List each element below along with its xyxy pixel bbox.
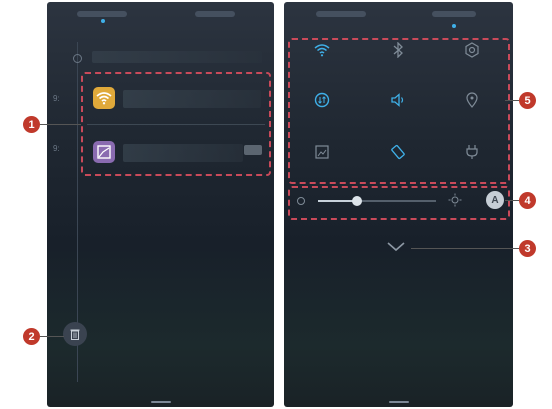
tab-shortcuts[interactable] bbox=[195, 11, 235, 17]
callout-5: 5 bbox=[519, 92, 536, 109]
callout-3: 3 bbox=[519, 240, 536, 257]
toggle-mobile-data[interactable] bbox=[310, 88, 334, 112]
brightness-low-icon bbox=[297, 197, 305, 205]
image-icon bbox=[97, 145, 111, 159]
callout-4: 4 bbox=[519, 192, 536, 209]
notification-content bbox=[123, 90, 261, 108]
mobile-data-icon bbox=[314, 92, 330, 108]
gallery-app-icon bbox=[93, 141, 115, 163]
wifi-icon bbox=[96, 92, 112, 105]
callout-leader bbox=[505, 100, 519, 101]
wifi-icon bbox=[314, 44, 330, 57]
timeline-node bbox=[73, 54, 82, 63]
toggle-power-saving[interactable] bbox=[460, 140, 484, 164]
toggle-wifi[interactable] bbox=[310, 38, 334, 62]
screenshot-icon bbox=[315, 145, 329, 159]
rotate-icon bbox=[391, 144, 405, 160]
callout-leader bbox=[40, 336, 64, 337]
tab-notifications[interactable] bbox=[77, 11, 127, 17]
callout-leader bbox=[411, 248, 519, 249]
callout-leader bbox=[40, 124, 81, 125]
home-indicator bbox=[150, 401, 171, 403]
toggle-location[interactable] bbox=[460, 88, 484, 112]
divider bbox=[87, 124, 265, 125]
timestamp: 9: bbox=[53, 94, 60, 103]
notification-panel-screen: 9: 9: bbox=[47, 2, 274, 407]
brightness-slider-thumb[interactable] bbox=[351, 196, 362, 206]
active-tab-indicator bbox=[101, 19, 105, 23]
panel-tab-bar bbox=[47, 2, 274, 30]
gear-icon bbox=[465, 42, 479, 58]
shortcuts-panel-screen: A bbox=[284, 2, 513, 407]
timestamp: 9: bbox=[53, 144, 60, 153]
notification-action-button[interactable] bbox=[244, 145, 262, 155]
plug-icon bbox=[466, 145, 478, 159]
brightness-slider[interactable] bbox=[318, 196, 436, 206]
trash-icon bbox=[70, 329, 80, 340]
toggle-auto-rotate[interactable] bbox=[386, 140, 410, 164]
toggle-settings[interactable] bbox=[460, 38, 484, 62]
bluetooth-icon bbox=[393, 42, 403, 58]
location-pin-icon bbox=[466, 92, 478, 108]
active-tab-indicator bbox=[452, 24, 456, 28]
brightness-control: A bbox=[288, 186, 508, 216]
callout-leader bbox=[505, 200, 519, 201]
chevron-down-icon[interactable] bbox=[387, 242, 405, 252]
toggle-screenshot[interactable] bbox=[310, 140, 334, 164]
tab-notifications[interactable] bbox=[316, 11, 366, 17]
home-indicator bbox=[388, 401, 409, 403]
callout-1: 1 bbox=[23, 116, 40, 133]
notification-content bbox=[123, 144, 243, 162]
placeholder-bar bbox=[92, 51, 262, 63]
panel-tab-bar bbox=[284, 2, 513, 30]
callout-2: 2 bbox=[23, 328, 40, 345]
delete-notifications-button[interactable] bbox=[63, 322, 87, 346]
wifi-app-icon bbox=[93, 87, 115, 109]
speaker-icon bbox=[391, 93, 404, 107]
auto-brightness-toggle[interactable]: A bbox=[486, 191, 504, 209]
tab-shortcuts[interactable] bbox=[432, 11, 476, 17]
shortcut-switch-grid bbox=[288, 38, 508, 182]
brightness-high-icon bbox=[448, 193, 462, 207]
toggle-bluetooth[interactable] bbox=[386, 38, 410, 62]
toggle-sound[interactable] bbox=[386, 88, 410, 112]
